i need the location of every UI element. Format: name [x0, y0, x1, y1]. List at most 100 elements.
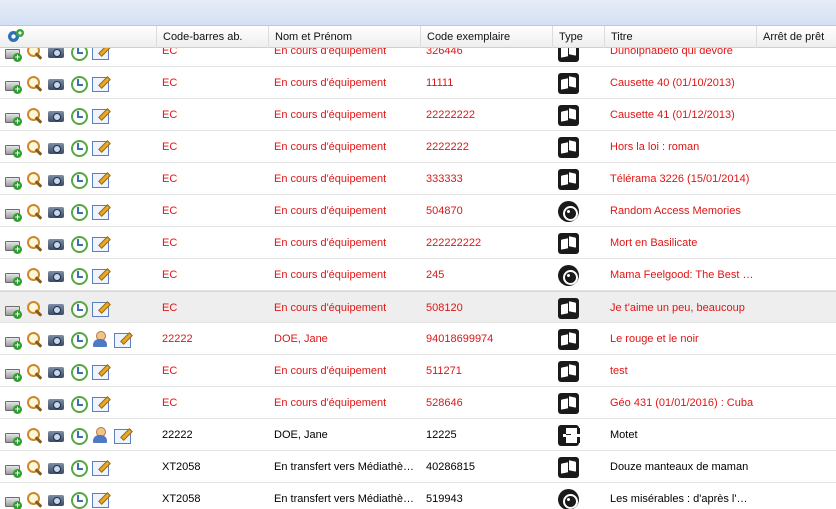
camera-icon[interactable] — [48, 139, 65, 156]
search-icon[interactable] — [26, 139, 43, 156]
history-clock-icon[interactable] — [70, 203, 88, 221]
edit-icon[interactable] — [92, 139, 109, 156]
add-to-basket-icon[interactable] — [4, 75, 22, 94]
camera-icon[interactable] — [48, 75, 65, 92]
edit-icon[interactable] — [92, 491, 109, 508]
table-row[interactable]: EC En cours d'équipement 333333 Télérama… — [0, 163, 836, 195]
camera-icon[interactable] — [48, 171, 65, 188]
column-header-title[interactable]: Titre — [604, 26, 756, 48]
camera-icon[interactable] — [48, 48, 65, 60]
add-to-basket-icon[interactable] — [4, 107, 22, 126]
column-header-type[interactable]: Type — [552, 26, 604, 48]
add-to-basket-icon[interactable] — [4, 267, 22, 286]
search-icon[interactable] — [26, 459, 43, 476]
column-header-name[interactable]: Nom et Prénom — [268, 26, 420, 48]
add-to-basket-icon[interactable] — [4, 363, 22, 382]
add-to-basket-icon[interactable] — [4, 171, 22, 190]
table-row[interactable]: XT2058 En transfert vers Médiathèque 402… — [0, 451, 836, 483]
history-clock-icon[interactable] — [70, 235, 88, 253]
table-row[interactable]: 22222 DOE, Jane 12225 Motet — [0, 419, 836, 451]
add-to-basket-icon[interactable] — [4, 300, 22, 319]
camera-icon[interactable] — [48, 395, 65, 412]
search-icon[interactable] — [26, 267, 43, 284]
camera-icon[interactable] — [48, 235, 65, 252]
history-clock-icon[interactable] — [70, 491, 88, 509]
table-row[interactable]: 22222 DOE, Jane 94018699974 Le rouge et … — [0, 323, 836, 355]
search-icon[interactable] — [26, 331, 43, 348]
search-icon[interactable] — [26, 203, 43, 220]
search-icon[interactable] — [26, 171, 43, 188]
history-clock-icon[interactable] — [70, 331, 88, 349]
add-to-basket-icon[interactable] — [4, 395, 22, 414]
add-to-basket-icon[interactable] — [4, 491, 22, 509]
search-icon[interactable] — [26, 48, 43, 60]
table-row[interactable]: EC En cours d'équipement 511271 test — [0, 355, 836, 387]
table-row[interactable]: EC En cours d'équipement 2222222 Hors la… — [0, 131, 836, 163]
edit-icon[interactable] — [92, 171, 109, 188]
add-to-basket-icon[interactable] — [4, 459, 22, 478]
camera-icon[interactable] — [48, 491, 65, 508]
table-row[interactable]: XT2058 En transfert vers Médiathèque 519… — [0, 483, 836, 509]
edit-icon[interactable] — [92, 459, 109, 476]
search-icon[interactable] — [26, 235, 43, 252]
search-icon[interactable] — [26, 75, 43, 92]
edit-icon[interactable] — [92, 395, 109, 412]
history-clock-icon[interactable] — [70, 427, 88, 445]
history-clock-icon[interactable] — [70, 300, 88, 318]
camera-icon[interactable] — [48, 300, 65, 317]
table-row[interactable]: EC En cours d'équipement 22222222 Causet… — [0, 99, 836, 131]
history-clock-icon[interactable] — [70, 107, 88, 125]
table-row[interactable]: EC En cours d'équipement 504870 Random A… — [0, 195, 836, 227]
edit-icon[interactable] — [92, 107, 109, 124]
camera-icon[interactable] — [48, 203, 65, 220]
add-to-basket-icon[interactable] — [4, 139, 22, 158]
add-to-basket-icon[interactable] — [4, 235, 22, 254]
camera-icon[interactable] — [48, 459, 65, 476]
edit-icon[interactable] — [92, 75, 109, 92]
camera-icon[interactable] — [48, 107, 65, 124]
edit-icon[interactable] — [114, 331, 131, 348]
history-clock-icon[interactable] — [70, 267, 88, 285]
cell-item-code: 504870 — [426, 205, 463, 217]
edit-icon[interactable] — [92, 363, 109, 380]
history-clock-icon[interactable] — [70, 48, 88, 61]
table-row[interactable]: EC En cours d'équipement 528646 Géo 431 … — [0, 387, 836, 419]
search-icon[interactable] — [26, 300, 43, 317]
edit-icon[interactable] — [92, 235, 109, 252]
camera-icon[interactable] — [48, 267, 65, 284]
history-clock-icon[interactable] — [70, 75, 88, 93]
add-to-basket-icon[interactable] — [4, 427, 22, 446]
table-row[interactable]: EC En cours d'équipement 508120 Je t'aim… — [0, 291, 836, 323]
history-clock-icon[interactable] — [70, 363, 88, 381]
search-icon[interactable] — [26, 427, 43, 444]
table-row[interactable]: EC En cours d'équipement 222222222 Mort … — [0, 227, 836, 259]
table-row[interactable]: EC En cours d'équipement 326446 Dunolpha… — [0, 48, 836, 67]
user-icon[interactable] — [92, 330, 109, 348]
column-header-item-code[interactable]: Code exemplaire — [420, 26, 552, 48]
add-to-basket-icon[interactable] — [4, 203, 22, 222]
settings-icon[interactable] — [8, 29, 24, 45]
edit-icon[interactable] — [92, 48, 109, 60]
camera-icon[interactable] — [48, 331, 65, 348]
column-header-barcode[interactable]: Code-barres ab. — [156, 26, 268, 48]
camera-icon[interactable] — [48, 363, 65, 380]
edit-icon[interactable] — [92, 300, 109, 317]
search-icon[interactable] — [26, 491, 43, 508]
camera-icon[interactable] — [48, 427, 65, 444]
table-row[interactable]: EC En cours d'équipement 11111 Causette … — [0, 67, 836, 99]
edit-icon[interactable] — [114, 427, 131, 444]
history-clock-icon[interactable] — [70, 459, 88, 477]
history-clock-icon[interactable] — [70, 171, 88, 189]
add-to-basket-icon[interactable] — [4, 48, 22, 62]
search-icon[interactable] — [26, 107, 43, 124]
edit-icon[interactable] — [92, 203, 109, 220]
add-to-basket-icon[interactable] — [4, 331, 22, 350]
user-icon[interactable] — [92, 426, 109, 444]
search-icon[interactable] — [26, 363, 43, 380]
history-clock-icon[interactable] — [70, 395, 88, 413]
history-clock-icon[interactable] — [70, 139, 88, 157]
table-row[interactable]: EC En cours d'équipement 245 Mama Feelgo… — [0, 259, 836, 291]
column-header-loan-stop[interactable]: Arrêt de prêt — [756, 26, 836, 48]
search-icon[interactable] — [26, 395, 43, 412]
edit-icon[interactable] — [92, 267, 109, 284]
